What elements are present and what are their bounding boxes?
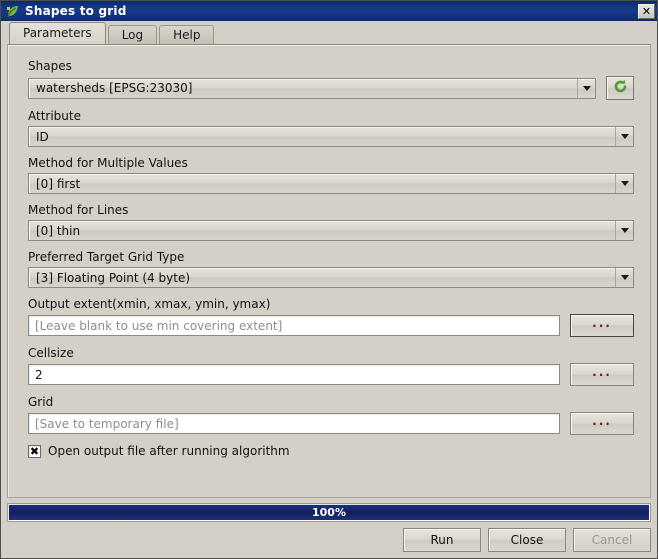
grid-output-browse-button[interactable]: ... [570,412,634,435]
window-title: Shapes to grid [25,4,127,18]
progress-percent-label: 100% [312,506,346,519]
grid-output-input[interactable]: [Save to temporary file] [28,413,560,434]
shapes-row: watersheds [EPSG:23030] [28,76,634,100]
attribute-row: ID [28,126,634,147]
output-extent-row: [Leave blank to use min covering extent]… [28,314,634,337]
shapes-combo[interactable]: watersheds [EPSG:23030] [28,77,596,99]
tab-log[interactable]: Log [107,25,158,44]
output-extent-input[interactable]: [Leave blank to use min covering extent] [28,315,560,336]
grid-type-row: [3] Floating Point (4 byte) [28,267,634,288]
progress-bar: 100% [7,503,651,522]
attribute-value: ID [36,129,49,144]
cancel-button: Cancel [573,528,651,552]
parameters-form: Shapes watersheds [EPSG:23030] Attribute [8,45,650,458]
output-extent-label: Output extent(xmin, xmax, ymin, ymax) [28,297,271,311]
dialog-window: Shapes to grid ✕ Parameters Log Help Sha… [0,0,658,559]
grid-output-label: Grid [28,395,54,409]
attribute-label: Attribute [28,109,81,123]
method-multiple-row: [0] first [28,173,634,194]
method-lines-combo[interactable]: [0] thin [28,220,634,241]
open-output-checkbox[interactable]: ✖ [28,444,41,458]
method-multiple-value: [0] first [36,176,81,191]
grid-type-value: [3] Floating Point (4 byte) [36,270,191,285]
refresh-arrow-icon [612,78,629,98]
tab-bar: Parameters Log Help [1,21,657,44]
shapes-label: Shapes [28,59,72,73]
method-lines-label: Method for Lines [28,203,129,217]
close-dialog-button[interactable]: Close [488,528,566,552]
chevron-down-icon [615,127,633,146]
output-extent-browse-button[interactable]: ... [570,314,634,337]
tab-parameters[interactable]: Parameters [9,22,106,44]
shapes-value: watersheds [EPSG:23030] [36,81,193,95]
title-bar: Shapes to grid ✕ [1,1,657,21]
method-lines-value: [0] thin [36,223,81,238]
tab-help[interactable]: Help [159,25,215,44]
grid-type-label: Preferred Target Grid Type [28,250,185,264]
close-button[interactable]: ✕ [638,3,655,19]
action-button-row: Run Close Cancel [7,528,651,552]
cellsize-browse-button[interactable]: ... [570,363,634,386]
grid-output-row: [Save to temporary file] ... [28,412,634,435]
open-output-label: Open output file after running algorithm [48,444,290,458]
run-button[interactable]: Run [403,528,481,552]
method-multiple-combo[interactable]: [0] first [28,173,634,194]
method-multiple-label: Method for Multiple Values [28,156,188,170]
iterate-button[interactable] [606,76,634,100]
grid-type-combo[interactable]: [3] Floating Point (4 byte) [28,267,634,288]
chevron-down-icon [615,268,633,287]
cellsize-row: 2 ... [28,363,634,386]
dialog-footer: 100% Run Close Cancel [1,498,657,558]
qgis-leaf-icon [5,4,20,19]
open-output-row: ✖ Open output file after running algorit… [28,444,634,458]
chevron-down-icon [577,78,595,98]
method-lines-row: [0] thin [28,220,634,241]
parameters-panel: Shapes watersheds [EPSG:23030] Attribute [7,44,651,498]
chevron-down-icon [615,174,633,193]
cellsize-input[interactable]: 2 [28,364,560,385]
attribute-combo[interactable]: ID [28,126,634,147]
chevron-down-icon [615,221,633,240]
cellsize-label: Cellsize [28,346,74,360]
